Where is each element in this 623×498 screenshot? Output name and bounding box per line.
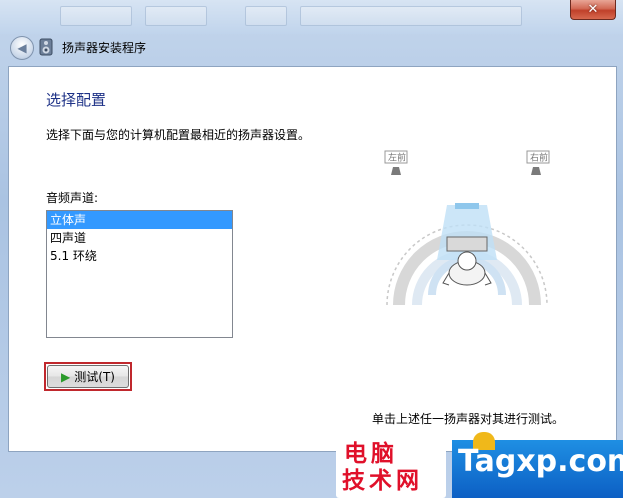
background-ghost-button <box>145 6 207 26</box>
background-ghost-button <box>300 6 522 26</box>
background-window-strip <box>0 0 623 34</box>
audio-channels-listbox[interactable]: 立体声 四声道 5.1 环绕 <box>46 210 233 338</box>
channel-option-quadraphonic[interactable]: 四声道 <box>47 229 232 247</box>
page-heading: 选择配置 <box>46 91 107 109</box>
speaker-front-left[interactable]: 左前 <box>384 150 408 175</box>
watermark-line1: 电脑 <box>344 441 398 467</box>
close-icon: ✕ <box>587 2 599 17</box>
window-title: 扬声器安装程序 <box>62 41 147 55</box>
background-ghost-button <box>60 6 132 26</box>
back-arrow-icon: ◀ <box>17 41 27 55</box>
speaker-icon <box>531 167 541 175</box>
speaker-front-right[interactable]: 右前 <box>526 150 550 175</box>
close-button[interactable]: ✕ <box>570 0 616 20</box>
test-button[interactable]: ▶ 测试(T) <box>47 365 129 388</box>
channel-option-stereo[interactable]: 立体声 <box>47 211 232 229</box>
watermark-site-text: Tagxp.com <box>458 444 623 479</box>
speaker-icon <box>391 167 401 175</box>
channel-option-5-1-surround[interactable]: 5.1 环绕 <box>47 247 232 265</box>
background-ghost-button <box>245 6 287 26</box>
back-button[interactable]: ◀ <box>10 36 34 60</box>
speaker-setup-icon <box>39 38 53 56</box>
speaker-front-left-label: 左前 <box>388 152 406 164</box>
audio-channels-label: 音频声道: <box>46 191 99 205</box>
page-description: 选择下面与您的计算机配置最相近的扬声器设置。 <box>46 128 311 142</box>
speaker-diagram: 左前 右前 <box>384 150 550 306</box>
speaker-test-hint: 单击上述任一扬声器对其进行测试。 <box>372 412 565 426</box>
test-button-label: 测试(T) <box>74 370 115 384</box>
test-button-highlight: ▶ 测试(T) <box>44 362 132 391</box>
wizard-page: 选择配置 选择下面与您的计算机配置最相近的扬声器设置。 音频声道: 立体声 四声… <box>8 66 617 452</box>
play-icon: ▶ <box>61 369 71 384</box>
watermark-line2: 技术网 <box>342 468 423 494</box>
speaker-front-right-label: 右前 <box>530 152 548 164</box>
